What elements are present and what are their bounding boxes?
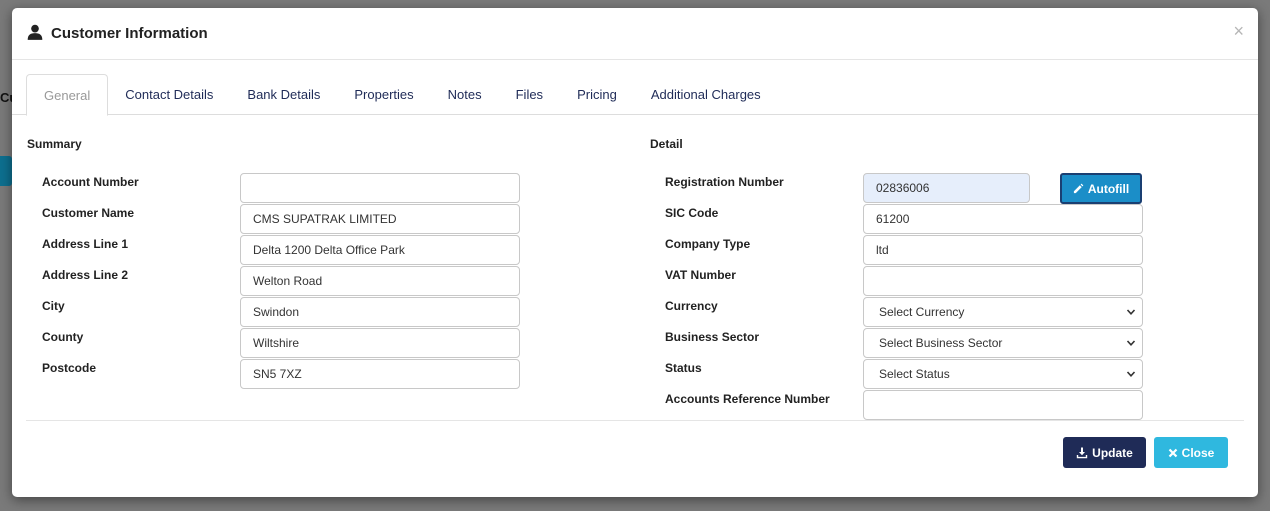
tab-general[interactable]: General [26, 74, 109, 116]
chevron-down-icon [1126, 371, 1136, 377]
accounts-reference-number-label: Accounts Reference Number [665, 392, 830, 406]
currency-selected-value: Select Currency [879, 305, 965, 319]
registration-number-label: Registration Number [665, 175, 784, 189]
business-sector-label: Business Sector [665, 330, 760, 344]
modal-header: Customer Information × [12, 8, 1258, 60]
address-line-2-input[interactable]: Welton Road [240, 266, 520, 296]
account-number-input[interactable] [240, 173, 520, 203]
background-partial-button [0, 156, 12, 186]
customer-name-input[interactable]: CMS SUPATRAK LIMITED [240, 204, 520, 234]
pencil-icon [1073, 183, 1084, 194]
customer-name-label: Customer Name [42, 206, 135, 220]
autofill-button[interactable]: Autofill [1060, 173, 1142, 204]
tab-additional-charges[interactable]: Additional Charges [634, 74, 778, 115]
address-line-2-label: Address Line 2 [42, 268, 129, 282]
footer-divider [26, 420, 1244, 421]
summary-heading: Summary [27, 137, 82, 151]
accounts-reference-number-input[interactable] [863, 390, 1143, 420]
user-icon [27, 24, 43, 40]
sic-code-label: SIC Code [665, 206, 719, 220]
update-button[interactable]: Update [1063, 437, 1146, 468]
postcode-input[interactable]: SN5 7XZ [240, 359, 520, 389]
vat-number-label: VAT Number [665, 268, 736, 282]
detail-heading: Detail [650, 137, 683, 151]
address-line-1-input[interactable]: Delta 1200 Delta Office Park [240, 235, 520, 265]
company-type-input[interactable]: ltd [863, 235, 1143, 265]
city-input[interactable]: Swindon [240, 297, 520, 327]
chevron-down-icon [1126, 340, 1136, 346]
update-label: Update [1092, 445, 1133, 460]
chevron-down-icon [1126, 309, 1136, 315]
currency-select[interactable]: Select Currency [863, 297, 1143, 327]
tab-properties[interactable]: Properties [337, 74, 430, 115]
city-label: City [42, 299, 65, 313]
address-line-1-label: Address Line 1 [42, 237, 129, 251]
tab-bar: General Contact Details Bank Details Pro… [26, 74, 1258, 116]
currency-label: Currency [665, 299, 718, 313]
tab-pricing[interactable]: Pricing [560, 74, 634, 115]
customer-information-modal: Customer Information × General Contact D… [12, 8, 1258, 497]
modal-close-icon[interactable]: × [1233, 22, 1244, 40]
company-type-label: Company Type [665, 237, 751, 251]
tab-notes[interactable]: Notes [431, 74, 499, 115]
autofill-label: Autofill [1087, 181, 1130, 196]
modal-title: Customer Information [51, 25, 208, 42]
registration-number-input[interactable]: 02836006 [863, 173, 1030, 203]
vat-number-input[interactable] [863, 266, 1143, 296]
sic-code-input[interactable]: 61200 [863, 204, 1143, 234]
close-label: Close [1181, 445, 1215, 460]
status-select[interactable]: Select Status [863, 359, 1143, 389]
status-selected-value: Select Status [879, 367, 950, 381]
business-sector-selected-value: Select Business Sector [879, 336, 1003, 350]
tab-bank-details[interactable]: Bank Details [230, 74, 337, 115]
close-icon [1168, 448, 1177, 457]
county-input[interactable]: Wiltshire [240, 328, 520, 358]
status-label: Status [665, 361, 702, 375]
county-label: County [42, 330, 84, 344]
postcode-label: Postcode [42, 361, 97, 375]
business-sector-select[interactable]: Select Business Sector [863, 328, 1143, 358]
download-icon [1076, 447, 1088, 458]
tab-contact-details[interactable]: Contact Details [108, 74, 230, 115]
account-number-label: Account Number [42, 175, 139, 189]
close-button[interactable]: Close [1154, 437, 1228, 468]
tab-files[interactable]: Files [499, 74, 560, 115]
